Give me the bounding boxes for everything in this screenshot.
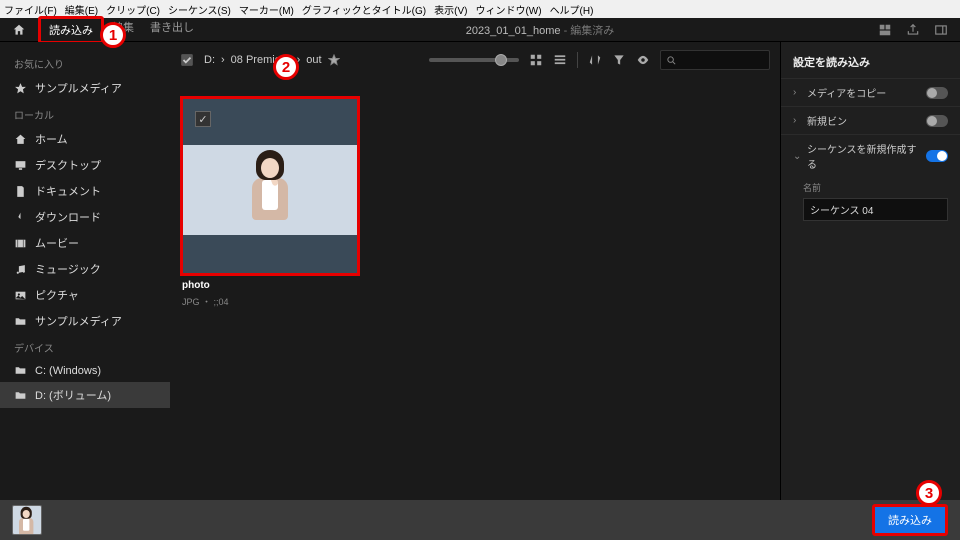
sequence-name-input[interactable]: シーケンス 04 bbox=[803, 198, 948, 221]
app-top-bar: 読み込み 編集 書き出し 2023_01_01_home - 編集済み bbox=[0, 18, 960, 42]
sidebar-item-home[interactable]: ホーム bbox=[0, 126, 170, 152]
media-browser: D: › 08 Premiere › out bbox=[170, 42, 780, 500]
sidebar-item-label: ホーム bbox=[35, 131, 68, 147]
toggle-new-bin[interactable] bbox=[926, 115, 948, 127]
breadcrumb-folder-2[interactable]: out bbox=[306, 54, 321, 66]
breadcrumb-drive[interactable]: D: bbox=[204, 54, 215, 66]
import-button[interactable]: 読み込み bbox=[872, 504, 948, 536]
home-icon[interactable] bbox=[12, 23, 26, 37]
music-icon bbox=[14, 263, 27, 276]
thumbnail-meta: JPG ・ ;;04 bbox=[180, 295, 360, 308]
home-icon bbox=[14, 133, 27, 146]
sidebar-item-label: サンプルメディア bbox=[35, 313, 122, 329]
row-label: シーケンスを新規作成する bbox=[807, 141, 920, 171]
sidebar-item-label: ドキュメント bbox=[35, 183, 101, 199]
annotation-badge-3: 3 bbox=[916, 480, 942, 506]
workspace-icon[interactable] bbox=[878, 23, 892, 37]
menu-edit[interactable]: 編集(E) bbox=[65, 2, 98, 17]
sidebar-item-label: C: (Windows) bbox=[35, 365, 101, 377]
toggle-copy-media[interactable] bbox=[926, 87, 948, 99]
sidebar-item-label: ピクチャ bbox=[35, 287, 79, 303]
sidebar-item-label: サンプルメディア bbox=[35, 80, 122, 96]
menu-window[interactable]: ウィンドウ(W) bbox=[475, 2, 541, 17]
panel-icon[interactable] bbox=[934, 23, 948, 37]
media-grid: photo JPG ・ ;;04 bbox=[170, 78, 780, 500]
share-icon[interactable] bbox=[906, 23, 920, 37]
chevron-down-icon: ⌄ bbox=[793, 151, 801, 162]
sidebar-item-label: ミュージック bbox=[35, 261, 101, 277]
folder-icon bbox=[14, 389, 27, 402]
star-icon bbox=[14, 82, 27, 95]
sidebar-item-c-drive[interactable]: C: (Windows) bbox=[0, 359, 170, 382]
chevron-right-icon: › bbox=[793, 87, 801, 98]
row-label: 新規ビン bbox=[807, 113, 920, 128]
panel-title: 設定を読み込み bbox=[781, 50, 960, 78]
sidebar-devices-head: デバイス bbox=[0, 334, 170, 359]
thumbnail-image bbox=[183, 145, 357, 235]
eye-icon[interactable] bbox=[636, 53, 650, 67]
menu-help[interactable]: ヘルプ(H) bbox=[550, 2, 594, 17]
toggle-create-sequence[interactable] bbox=[926, 150, 948, 162]
menu-clip[interactable]: クリップ(C) bbox=[106, 2, 160, 17]
sidebar-item-label: D: (ボリューム) bbox=[35, 387, 111, 403]
menu-file[interactable]: ファイル(F) bbox=[4, 2, 57, 17]
chevron-right-icon: › bbox=[793, 115, 801, 126]
sidebar-item-sample-media[interactable]: サンプルメディア bbox=[0, 308, 170, 334]
filter-icon[interactable] bbox=[612, 53, 626, 67]
annotation-badge-2: 2 bbox=[273, 54, 299, 80]
row-copy-media[interactable]: › メディアをコピー bbox=[781, 78, 960, 106]
footer-thumbnail[interactable] bbox=[12, 505, 42, 535]
tab-export[interactable]: 書き出し bbox=[142, 16, 202, 44]
thumbnail-label: photo bbox=[180, 276, 360, 295]
row-label: メディアをコピー bbox=[807, 85, 920, 100]
zoom-slider[interactable] bbox=[429, 58, 519, 62]
desktop-icon bbox=[14, 159, 27, 172]
folder-icon bbox=[14, 315, 27, 328]
sidebar-item-d-drive[interactable]: D: (ボリューム) bbox=[0, 382, 170, 408]
download-icon bbox=[14, 211, 27, 224]
footer-bar: 読み込み bbox=[0, 500, 960, 540]
row-new-bin[interactable]: › 新規ビン bbox=[781, 106, 960, 134]
breadcrumb[interactable]: D: › 08 Premiere › out bbox=[204, 54, 340, 66]
sidebar-item-label: ダウンロード bbox=[35, 209, 101, 225]
content-toolbar: D: › 08 Premiere › out bbox=[170, 42, 780, 78]
project-title: 2023_01_01_home - 編集済み bbox=[214, 22, 866, 38]
star-outline-icon[interactable] bbox=[328, 54, 340, 66]
sidebar-local-head: ローカル bbox=[0, 101, 170, 126]
sidebar-item-music[interactable]: ミュージック bbox=[0, 256, 170, 282]
import-settings-panel: 設定を読み込み › メディアをコピー › 新規ビン ⌄ シーケンスを新規作成する… bbox=[780, 42, 960, 500]
sidebar-favorites-head: お気に入り bbox=[0, 50, 170, 75]
search-icon bbox=[666, 55, 677, 66]
sidebar-item-pictures[interactable]: ピクチャ bbox=[0, 282, 170, 308]
grid-view-icon[interactable] bbox=[529, 53, 543, 67]
menu-sequence[interactable]: シーケンス(S) bbox=[168, 2, 231, 17]
movie-icon bbox=[14, 237, 27, 250]
search-input[interactable] bbox=[660, 50, 770, 70]
thumbnail-checkbox[interactable] bbox=[195, 111, 211, 127]
select-all-checkbox[interactable] bbox=[180, 53, 194, 67]
menu-marker[interactable]: マーカー(M) bbox=[239, 2, 294, 17]
sidebar-item-desktop[interactable]: デスクトップ bbox=[0, 152, 170, 178]
sidebar: お気に入り サンプルメディア ローカル ホーム デスクトップ ドキュメント ダウ… bbox=[0, 42, 170, 500]
list-view-icon[interactable] bbox=[553, 53, 567, 67]
menu-graphics[interactable]: グラフィックとタイトル(G) bbox=[302, 2, 426, 17]
media-thumbnail[interactable]: photo JPG ・ ;;04 bbox=[180, 96, 360, 308]
sidebar-item-downloads[interactable]: ダウンロード bbox=[0, 204, 170, 230]
sidebar-item-documents[interactable]: ドキュメント bbox=[0, 178, 170, 204]
chevron-right-icon: › bbox=[221, 54, 225, 66]
sidebar-item-label: デスクトップ bbox=[35, 157, 101, 173]
sidebar-item-sample-media-fav[interactable]: サンプルメディア bbox=[0, 75, 170, 101]
picture-icon bbox=[14, 289, 27, 302]
sequence-name-label: 名前 bbox=[781, 177, 960, 196]
document-icon bbox=[14, 185, 27, 198]
tab-import[interactable]: 読み込み bbox=[38, 16, 104, 44]
row-create-sequence[interactable]: ⌄ シーケンスを新規作成する bbox=[781, 134, 960, 177]
sort-icon[interactable] bbox=[588, 53, 602, 67]
menu-view[interactable]: 表示(V) bbox=[434, 2, 467, 17]
folder-icon bbox=[14, 364, 27, 377]
sidebar-item-movies[interactable]: ムービー bbox=[0, 230, 170, 256]
sidebar-item-label: ムービー bbox=[35, 235, 79, 251]
annotation-badge-1: 1 bbox=[100, 22, 126, 48]
